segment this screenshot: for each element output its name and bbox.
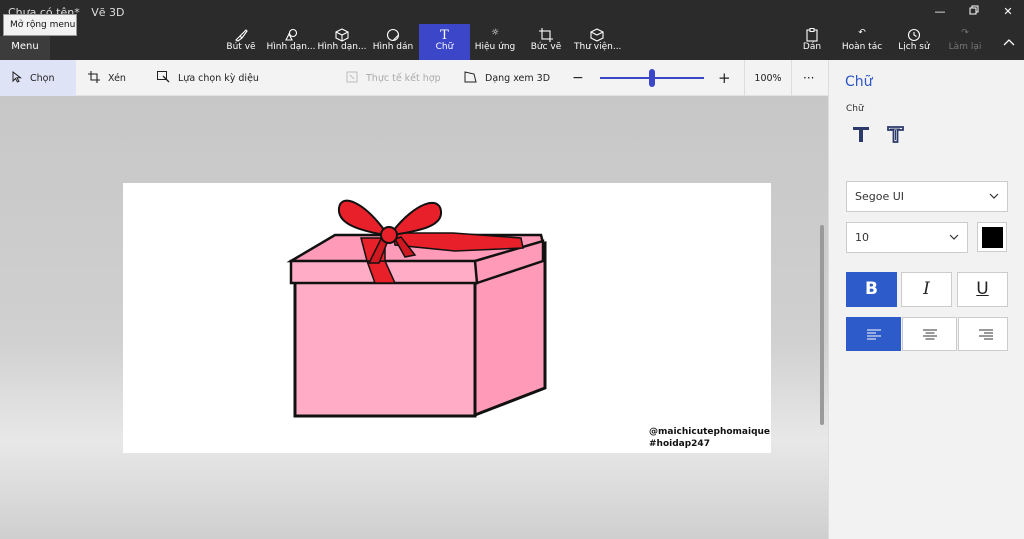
history-icon [896,24,932,42]
view-3d-button[interactable]: Dạng xem 3D [464,60,554,96]
canvas-icon [528,24,564,42]
redo-icon: ↷ [961,28,969,38]
font-family-dropdown[interactable]: Segoe UI [846,181,1008,212]
close-icon[interactable]: ✕ [996,3,1020,21]
bow-right-loop [392,201,443,237]
sun-icon: ☼ [490,28,500,38]
mixed-reality-icon [346,71,358,86]
drawing-canvas[interactable]: @maichicutephomaique #hoidap247 [123,183,771,453]
redo-button[interactable]: ↷ Làm lại [947,24,983,60]
zoom-out-icon[interactable]: − [572,60,586,96]
tool-canvas[interactable]: Bức vẽ [528,24,564,60]
restore-icon[interactable] [962,3,986,21]
zoom-slider-thumb[interactable] [649,69,655,87]
bow-left-loop [337,199,386,237]
text-color-picker[interactable] [977,222,1007,252]
text-icon: T [440,28,449,43]
bold-button[interactable]: B [846,272,897,307]
zoom-level[interactable]: 100% [744,60,792,96]
align-right-icon [979,329,993,340]
panel-subtitle: Chữ [846,104,864,114]
color-swatch [982,227,1003,248]
tool-3d-library[interactable]: Thư viện... [574,24,621,60]
menu-button[interactable]: Menu [0,36,50,60]
undo-button[interactable]: ↶ Hoàn tác [841,24,883,60]
tool-text[interactable]: T Chữ [419,24,470,60]
mixed-reality-button[interactable]: Thực tế kết hợp [346,60,446,96]
gift-box-front [293,279,477,418]
shapes-2d-icon [266,24,316,42]
2d-text-icon[interactable] [851,124,873,146]
menu-tooltip: Mở rộng menu [3,14,77,36]
tool-brushes[interactable]: Bút vẽ [222,24,260,60]
undo-icon: ↶ [858,28,866,38]
font-size-dropdown[interactable]: 10 [846,222,968,253]
tool-stickers[interactable]: Hình dán [370,24,416,60]
panel-title: Chữ [845,74,873,90]
align-right-button[interactable] [958,317,1008,351]
tool-2d-shapes[interactable]: Hình dạn... [266,24,316,60]
brush-icon [222,24,260,42]
align-left-icon [867,329,881,340]
crop-button[interactable]: Xén [88,60,138,96]
align-center-icon [923,329,937,340]
watermark-author: @maichicutephomaique [649,427,771,437]
underline-button[interactable]: U [957,272,1008,307]
crop-icon [88,70,100,86]
magic-select-icon [157,70,170,86]
zoom-in-icon[interactable]: + [718,60,732,96]
title-bar: Chưa có tên* Vẽ 3D Mở rộng menu Menu — ✕… [0,0,1024,60]
history-button[interactable]: Lịch sử [896,24,932,60]
italic-button[interactable]: I [901,272,952,307]
magic-select-button[interactable]: Lựa chọn kỳ diệu [157,60,267,96]
cursor-icon [12,70,22,86]
align-left-button[interactable] [846,317,901,351]
library-icon [574,24,620,42]
more-options-icon[interactable]: ··· [803,60,819,96]
chevron-down-icon [949,231,959,244]
collapse-chevron-icon[interactable] [997,34,1021,52]
tool-3d-shapes[interactable]: Hình dạn... [317,24,367,60]
gift-box-drawing [286,199,547,418]
clipboard-icon [800,24,824,42]
select-button[interactable]: Chọn [0,60,76,96]
3d-text-icon[interactable] [884,124,906,146]
cube-icon [317,24,367,42]
chevron-down-icon [989,190,999,203]
sticker-icon [370,24,416,42]
watermark-hashtag: #hoidap247 [649,439,710,449]
align-center-button[interactable] [902,317,957,351]
bow-knot [380,226,398,244]
view-3d-icon [464,70,477,86]
tool-effects[interactable]: ☼ Hiệu ứng [474,24,516,60]
paste-button[interactable]: Dán [800,24,824,60]
minimize-icon[interactable]: — [928,3,952,21]
vertical-scrollbar[interactable] [820,225,824,425]
